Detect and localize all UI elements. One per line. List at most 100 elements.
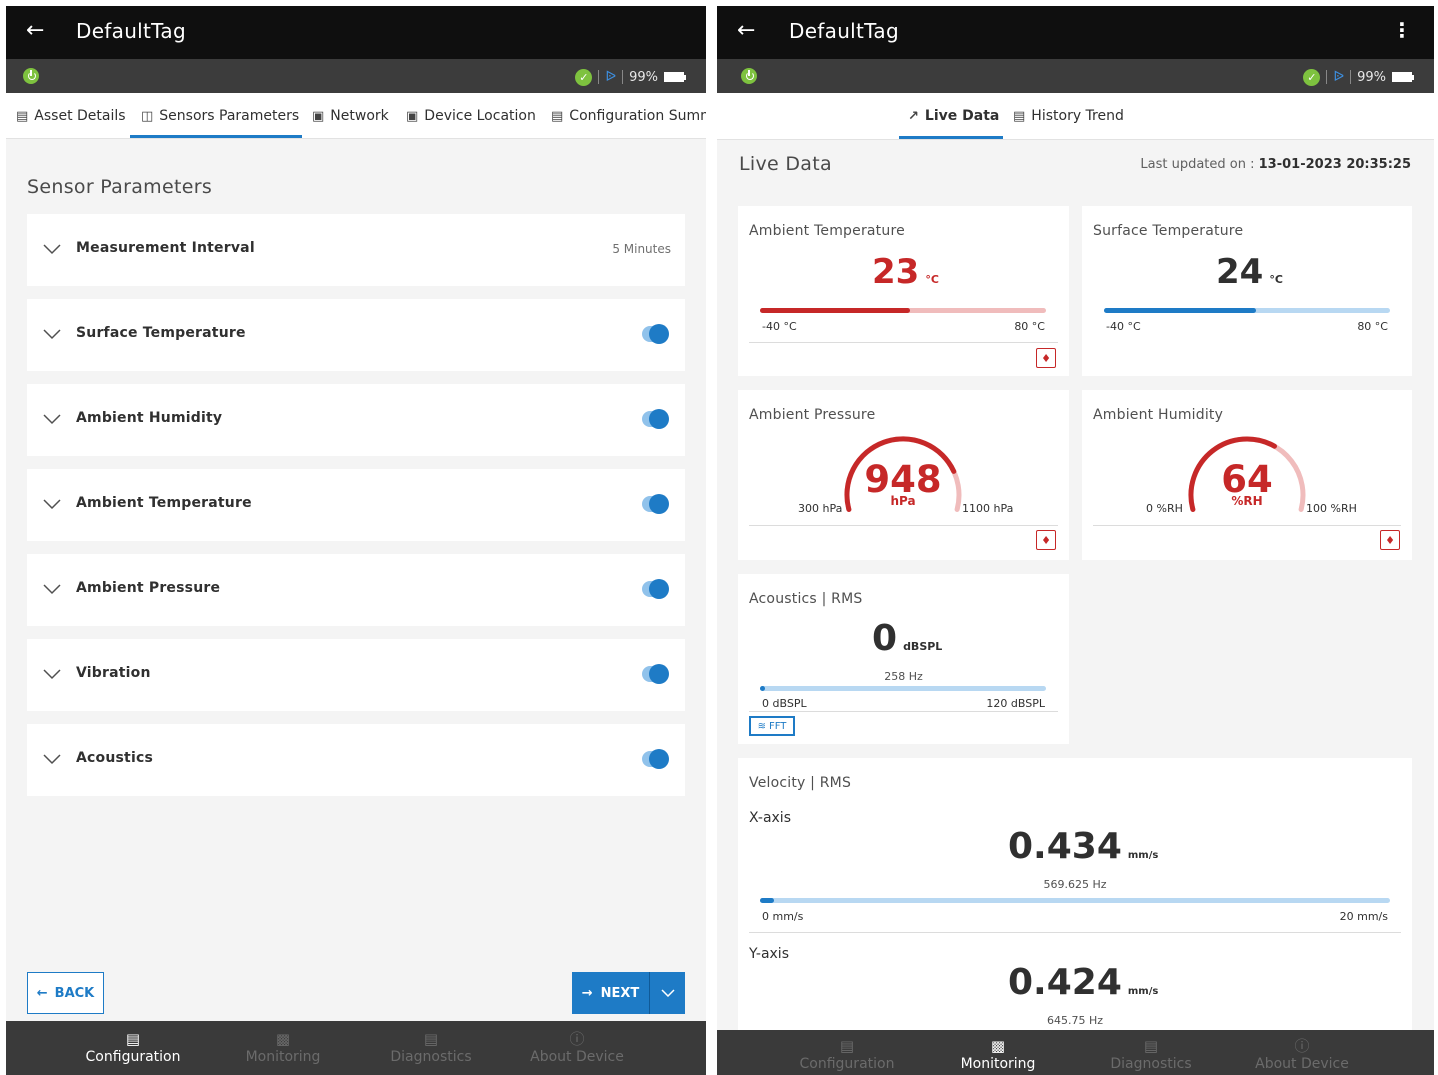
- sensor-icon: ◫: [141, 108, 154, 124]
- next-button[interactable]: → NEXT: [572, 972, 685, 1014]
- param-toggle[interactable]: [642, 749, 669, 769]
- tab-label: Network: [330, 108, 389, 124]
- y-axis-label: Y-axis: [749, 946, 789, 962]
- param-toggle[interactable]: [642, 494, 669, 514]
- nav-diagnostics[interactable]: ▤ Diagnostics: [386, 1021, 476, 1075]
- tab-sensors-parameters[interactable]: ◫ Sensors Parameters: [141, 93, 300, 138]
- power-icon: [741, 68, 757, 84]
- param-row[interactable]: Ambient Humidity: [27, 384, 685, 456]
- nav-label: Configuration: [799, 1055, 895, 1072]
- unit-text: °C: [925, 273, 939, 286]
- param-row[interactable]: Ambient Temperature: [27, 469, 685, 541]
- info-icon: ⓘ: [1294, 1036, 1310, 1055]
- param-toggle[interactable]: [642, 579, 669, 599]
- alarm-bell-icon[interactable]: ♦: [1380, 530, 1400, 550]
- ambient-temperature-card: Ambient Temperature 23 °C -40 °C 80 °C ♦: [738, 206, 1069, 376]
- param-row[interactable]: Ambient Pressure: [27, 554, 685, 626]
- x-frequency: 569.625 Hz: [1043, 878, 1107, 891]
- battery-percent: 99%: [629, 69, 658, 85]
- configuration-screen: ← DefaultTag ✓ ᐉ 99% ▤ Asset Details ◫ Sen…: [6, 6, 706, 1075]
- nav-diagnostics[interactable]: ▤ Diagnostics: [1106, 1030, 1196, 1075]
- chevron-down-icon[interactable]: [43, 240, 61, 258]
- config-tabbar: ▤ Asset Details ◫ Sensors Parameters ▣ Netw…: [6, 93, 706, 139]
- divider: [1350, 70, 1352, 84]
- tab-history-trend[interactable]: ▤ History Trend: [1013, 93, 1124, 139]
- tab-label: Asset Details: [34, 108, 126, 124]
- param-label: Acoustics: [76, 750, 153, 766]
- toggle-knob: [649, 664, 669, 684]
- toggle-knob: [649, 324, 669, 344]
- bluetooth-icon: ᐉ: [605, 69, 617, 85]
- more-vert-icon[interactable]: ⋮: [1392, 18, 1412, 42]
- range-min: 300 hPa: [798, 502, 843, 515]
- chevron-down-icon[interactable]: [43, 580, 61, 598]
- nav-configuration[interactable]: ▤ Configuration: [86, 1021, 181, 1075]
- nav-monitoring[interactable]: ▩ Monitoring: [953, 1030, 1043, 1075]
- app-bar: ← DefaultTag ⋮: [717, 6, 1434, 59]
- alarm-bell-icon[interactable]: ♦: [1036, 348, 1056, 368]
- divider: [749, 711, 1058, 712]
- value-text: 0.434: [1008, 826, 1122, 867]
- y-axis-value: 0.424 mm/s: [1008, 962, 1158, 1003]
- nav-label: Monitoring: [960, 1055, 1036, 1072]
- param-toggle[interactable]: [642, 324, 669, 344]
- section-title: Sensor Parameters: [27, 176, 213, 198]
- range-max: 120 dBSPL: [986, 697, 1045, 710]
- next-dropdown-button[interactable]: [649, 972, 685, 1014]
- location-icon: ▣: [406, 108, 419, 124]
- nav-about-device[interactable]: ⓘ About Device: [526, 1021, 628, 1075]
- trend-icon: ↗: [908, 108, 919, 124]
- battery-percent: 99%: [1357, 69, 1386, 85]
- param-row[interactable]: Surface Temperature: [27, 299, 685, 371]
- velocity-x-fill: [760, 898, 774, 903]
- param-row[interactable]: Measurement Interval 5 Minutes: [27, 214, 685, 286]
- tab-label: Configuration Summ: [569, 108, 706, 124]
- chevron-down-icon[interactable]: [43, 665, 61, 683]
- humidity-unit: %RH: [1231, 494, 1263, 508]
- surface-temp-fill: [1104, 308, 1256, 313]
- nav-configuration[interactable]: ▤ Configuration: [797, 1030, 897, 1075]
- value-text: 0.424: [1008, 962, 1122, 1003]
- frequency: 258 Hz: [884, 670, 923, 683]
- fft-button[interactable]: ≋ FFT: [749, 716, 795, 736]
- nav-about-device[interactable]: ⓘ About Device: [1251, 1030, 1353, 1075]
- tab-network[interactable]: ▣ Network: [312, 93, 389, 138]
- tab-label: Sensors Parameters: [159, 108, 300, 124]
- tab-live-data[interactable]: ↗ Live Data: [908, 93, 999, 139]
- document-icon: ▤: [16, 108, 29, 124]
- back-arrow-icon[interactable]: ←: [26, 20, 44, 42]
- param-row[interactable]: Vibration: [27, 639, 685, 711]
- nav-monitoring[interactable]: ▩ Monitoring: [238, 1021, 328, 1075]
- chevron-down-icon[interactable]: [43, 495, 61, 513]
- range-max: 80 °C: [1357, 320, 1388, 333]
- pressure-unit: hPa: [890, 494, 916, 508]
- alarm-bell-icon[interactable]: ♦: [1036, 530, 1056, 550]
- battery-icon: [1392, 72, 1414, 82]
- back-button[interactable]: ← BACK: [27, 972, 104, 1014]
- nav-label: Diagnostics: [1110, 1055, 1192, 1072]
- range-min: 0 dBSPL: [762, 697, 807, 710]
- page-title: DefaultTag: [76, 19, 186, 43]
- range-min: -40 °C: [762, 320, 797, 333]
- next-main[interactable]: → NEXT: [572, 972, 649, 1014]
- param-value: 5 Minutes: [612, 242, 671, 256]
- back-arrow-icon[interactable]: ←: [737, 20, 755, 42]
- monitoring-tabbar: ↗ Live Data ▤ History Trend: [717, 93, 1434, 140]
- acoustics-fill: [760, 686, 765, 691]
- unit-text: mm/s: [1127, 850, 1159, 861]
- last-updated-label: Last updated on :: [1140, 157, 1255, 172]
- param-toggle[interactable]: [642, 664, 669, 684]
- connected-check-icon: ✓: [575, 68, 593, 86]
- range-max: 20 mm/s: [1339, 910, 1388, 923]
- tab-device-location[interactable]: ▣ Device Location: [406, 93, 536, 138]
- chevron-down-icon[interactable]: [43, 325, 61, 343]
- chevron-down-icon[interactable]: [43, 410, 61, 428]
- param-row[interactable]: Acoustics: [27, 724, 685, 796]
- range-min: 0 mm/s: [762, 910, 804, 923]
- chevron-down-icon[interactable]: [43, 750, 61, 768]
- arrow-left-icon: ←: [36, 985, 48, 1001]
- tab-asset-details[interactable]: ▤ Asset Details: [16, 93, 126, 138]
- param-toggle[interactable]: [642, 409, 669, 429]
- ambient-humidity-card: Ambient Humidity 64 %RH 0 %RH 100 %RH ♦: [1082, 390, 1412, 560]
- tab-configuration-summary[interactable]: ▤ Configuration Summ: [551, 93, 706, 138]
